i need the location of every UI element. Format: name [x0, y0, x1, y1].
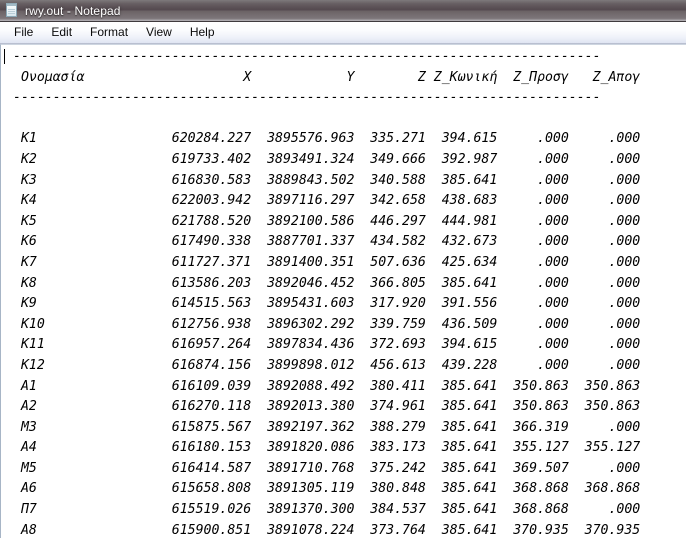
text-editing-area[interactable]: ----------------------------------------…: [0, 44, 686, 538]
menu-item-file[interactable]: File: [5, 23, 42, 42]
menu-item-view[interactable]: View: [137, 23, 181, 42]
text-caret: [4, 49, 5, 64]
menu-item-edit[interactable]: Edit: [42, 23, 81, 42]
window-title: rwy.out - Notepad: [25, 3, 121, 18]
menu-item-format[interactable]: Format: [81, 23, 137, 42]
menu-item-help[interactable]: Help: [181, 23, 224, 42]
notepad-document-icon: [5, 3, 19, 18]
title-bar[interactable]: rwy.out - Notepad: [0, 0, 686, 22]
notepad-window: rwy.out - Notepad File Edit Format View …: [0, 0, 686, 538]
menu-bar: File Edit Format View Help: [0, 22, 686, 44]
document-text[interactable]: ----------------------------------------…: [1, 45, 686, 538]
